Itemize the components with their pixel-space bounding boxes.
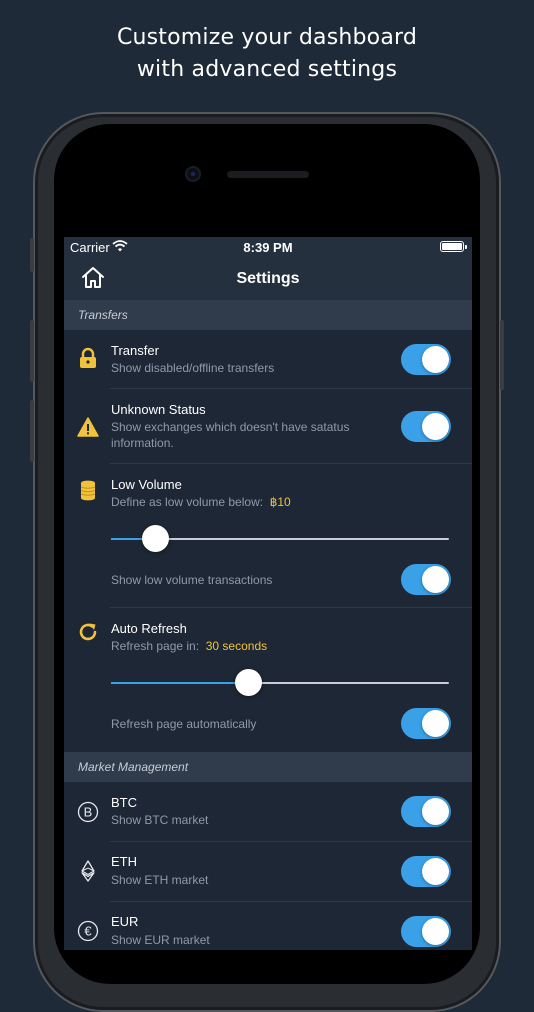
navigation-bar: Settings <box>64 257 472 300</box>
battery-icon <box>440 241 467 252</box>
setting-subtitle-text: Define as low volume below: <box>111 495 264 509</box>
refresh-icon <box>79 623 97 641</box>
svg-text:€: € <box>84 924 92 939</box>
toggle-knob <box>422 346 449 373</box>
coin-stack-icon <box>80 480 96 501</box>
phone-volume-down <box>30 400 34 462</box>
setting-subtitle: Show disabled/offline transfers <box>111 361 275 375</box>
setting-row-transfer: Transfer Show disabled/offline transfers <box>64 330 472 389</box>
auto-refresh-value: 30 seconds <box>205 639 268 653</box>
front-camera <box>187 168 199 180</box>
transfers-group: Transfer Show disabled/offline transfers… <box>64 330 472 752</box>
earpiece-speaker <box>227 171 309 178</box>
transfer-toggle[interactable] <box>401 344 451 375</box>
clock: 8:39 PM <box>243 240 293 255</box>
phone-volume-up <box>30 320 34 382</box>
promo-headline: Customize your dashboard with advanced s… <box>0 22 534 86</box>
eur-market-toggle[interactable] <box>401 916 451 947</box>
market-row-btc: B BTC Show BTC market <box>64 782 472 841</box>
bitcoin-icon: B <box>77 801 99 823</box>
toggle-knob <box>422 566 449 593</box>
market-row-eth: ETH Show ETH market <box>64 842 472 901</box>
setting-row-low-volume: Low Volume Define as low volume below: ฿… <box>64 464 472 608</box>
setting-subtitle: Define as low volume below: ฿10 <box>111 494 291 510</box>
headline-line-2: with advanced settings <box>136 57 398 82</box>
warning-icon <box>77 417 99 437</box>
page-title: Settings <box>236 270 300 287</box>
slider-thumb[interactable] <box>142 525 169 552</box>
toggle-knob <box>422 413 449 440</box>
setting-subtitle-line-2: information. <box>111 436 174 450</box>
lock-icon <box>80 347 96 368</box>
setting-title: Auto Refresh <box>111 621 187 636</box>
app-screen: Carrier 8:39 PM Settings Transfers Trans… <box>64 237 472 950</box>
svg-text:B: B <box>84 805 93 820</box>
market-subtitle: Show EUR market <box>111 933 210 947</box>
market-subtitle: Show BTC market <box>111 813 209 827</box>
low-volume-value: ฿10 <box>269 495 291 509</box>
low-volume-slider[interactable] <box>111 525 449 552</box>
euro-icon: € <box>77 920 99 942</box>
section-header-label: Market Management <box>78 760 189 774</box>
section-header-label: Transfers <box>78 308 128 322</box>
section-header-market-management: Market Management <box>64 752 472 782</box>
setting-row-unknown-status: Unknown Status Show exchanges which does… <box>64 389 472 464</box>
setting-subtitle-line-1: Show exchanges which doesn't have satatu… <box>111 420 350 434</box>
toggle-knob <box>422 798 449 825</box>
ethereum-icon <box>81 860 95 882</box>
setting-title: Unknown Status <box>111 402 206 417</box>
auto-refresh-slider[interactable] <box>111 669 449 696</box>
low-volume-toggle[interactable] <box>401 564 451 595</box>
auto-refresh-toggle[interactable] <box>401 708 451 739</box>
toggle-knob <box>422 918 449 945</box>
unknown-status-toggle[interactable] <box>401 411 451 442</box>
phone-power-button <box>500 320 504 390</box>
market-title: ETH <box>111 854 137 869</box>
market-title: EUR <box>111 914 139 929</box>
markets-group: B BTC Show BTC market ETH Show ETH marke… <box>64 782 472 950</box>
btc-market-toggle[interactable] <box>401 796 451 827</box>
toggle-knob <box>422 858 449 885</box>
slider-thumb[interactable] <box>235 669 262 696</box>
slider-fill <box>111 682 248 684</box>
setting-subtitle-text: Refresh page in: <box>111 639 200 653</box>
market-title: BTC <box>111 795 137 810</box>
setting-title: Low Volume <box>111 477 182 492</box>
status-bar: Carrier 8:39 PM <box>64 237 472 257</box>
auto-refresh-toggle-label: Refresh page automatically <box>111 717 257 731</box>
setting-row-auto-refresh: Auto Refresh Refresh page in: 30 seconds… <box>64 608 472 752</box>
setting-title: Transfer <box>111 343 159 358</box>
eth-market-toggle[interactable] <box>401 856 451 887</box>
low-volume-toggle-label: Show low volume transactions <box>111 573 273 587</box>
market-row-eur: € EUR Show EUR market <box>64 902 472 950</box>
market-subtitle: Show ETH market <box>111 873 209 887</box>
phone-mute-switch <box>30 238 34 272</box>
headline-line-1: Customize your dashboard <box>116 25 418 50</box>
setting-subtitle: Refresh page in: 30 seconds <box>111 638 267 654</box>
section-header-transfers: Transfers <box>64 300 472 330</box>
toggle-knob <box>422 710 449 737</box>
